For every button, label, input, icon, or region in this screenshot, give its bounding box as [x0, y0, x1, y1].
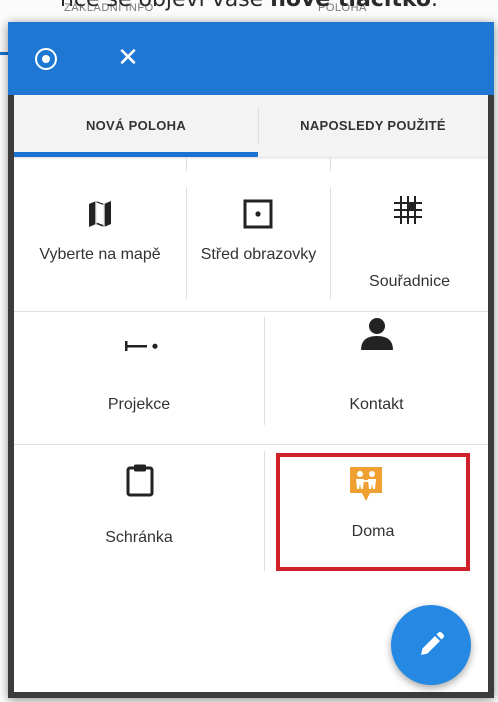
option-screen-center[interactable]: Střed obrazovky [187, 179, 330, 299]
screen-center-icon [243, 199, 273, 229]
pencil-icon [421, 632, 444, 655]
new-location-dialog: ✕ NOVÁ POLOHA NAPOSLEDY POUŽITÉ Vyberte … [8, 22, 494, 698]
option-label: Kontakt [349, 396, 404, 413]
grid-divider [186, 157, 187, 171]
option-label: Schránka [105, 529, 173, 546]
tab-new-location[interactable]: NOVÁ POLOHA [14, 95, 258, 157]
grid-divider [264, 451, 265, 571]
grid-divider [330, 157, 331, 171]
edit-fab-button[interactable] [391, 605, 471, 685]
option-pick-on-map[interactable]: Vyberte na mapě [14, 179, 186, 299]
option-contact[interactable]: Kontakt [265, 312, 488, 432]
map-icon [89, 201, 111, 227]
option-label: Střed obrazovky [200, 246, 317, 263]
instruction-caption: nce se objeví vaše nové tlačítko. [0, 0, 498, 12]
clipboard-icon [126, 464, 154, 497]
option-coordinates[interactable]: Souřadnice [331, 179, 488, 299]
projection-icon [125, 341, 158, 351]
option-clipboard[interactable]: Schránka [14, 445, 264, 565]
contact-person-icon [361, 318, 393, 350]
option-label: Souřadnice [369, 273, 450, 290]
close-icon[interactable]: ✕ [114, 44, 142, 72]
dialog-app-bar: ✕ [8, 22, 494, 95]
target-location-icon[interactable] [35, 48, 57, 70]
coordinates-grid-icon [394, 196, 422, 224]
location-tabs: NOVÁ POLOHA NAPOSLEDY POUŽITÉ [14, 95, 488, 157]
active-tab-indicator [14, 152, 258, 157]
option-projection[interactable]: Projekce [14, 312, 264, 432]
tab-recently-used[interactable]: NAPOSLEDY POUŽITÉ [258, 95, 488, 157]
option-label: Vyberte na mapě [39, 246, 161, 263]
dialog-content: NOVÁ POLOHA NAPOSLEDY POUŽITÉ Vyberte na… [14, 95, 488, 692]
option-label: Projekce [107, 396, 171, 413]
highlight-box [276, 453, 470, 571]
